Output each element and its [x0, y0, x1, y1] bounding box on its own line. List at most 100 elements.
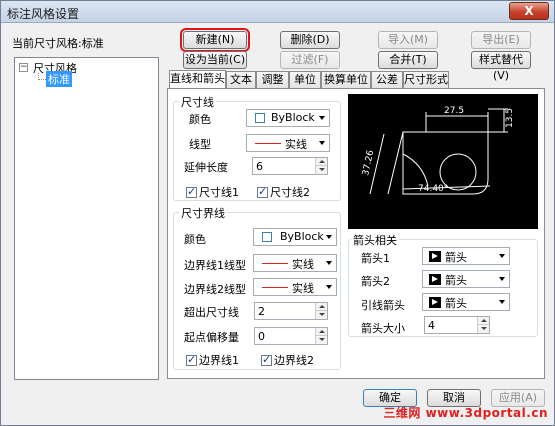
chevron-down-icon: [499, 277, 505, 281]
spin-up-icon[interactable]: [315, 328, 327, 336]
dim-color-value: ByBlock: [271, 111, 315, 124]
dim-linetype-label: 线型: [189, 138, 211, 151]
ext-color-label: 颜色: [184, 233, 206, 246]
arrow-size-value: 4: [428, 319, 435, 332]
spin-down-icon[interactable]: [315, 311, 327, 319]
arrow-size-label: 箭头大小: [361, 322, 405, 335]
current-style-label: 当前尺寸风格:标准: [12, 35, 104, 51]
dimension-preview: 27.5 13.5 37.26 74.40°: [348, 94, 538, 229]
tab-dim-form[interactable]: 尺寸形式: [403, 71, 449, 88]
checkbox-checked-icon: [257, 185, 268, 198]
dim-line1-label: 尺寸线1: [199, 186, 239, 199]
chevron-down-icon: [326, 285, 332, 289]
ext-line1-label: 边界线1: [199, 354, 239, 367]
color-swatch-icon: [255, 113, 265, 123]
current-style-value: 标准: [81, 37, 104, 50]
checkbox-checked-icon: [261, 353, 272, 366]
beyond-dim-label: 超出尺寸线: [184, 306, 239, 319]
dim-color-select[interactable]: ByBlock: [246, 109, 330, 127]
tree-node-standard[interactable]: 标准: [46, 71, 72, 87]
chevron-down-icon: [499, 300, 505, 304]
chevron-down-icon: [326, 261, 332, 265]
arrow1-select[interactable]: 箭头: [422, 247, 510, 265]
chevron-down-icon: [319, 141, 325, 145]
dim-color-label: 颜色: [189, 113, 211, 126]
ext-line1-type-select[interactable]: 实线: [253, 254, 337, 272]
close-button[interactable]: X: [509, 2, 549, 20]
export-button[interactable]: 导出(E): [471, 31, 531, 49]
spin-down-icon[interactable]: [315, 166, 327, 174]
ext-line2-label: 边界线2: [274, 354, 314, 367]
tab-alt-units[interactable]: 换算单位: [321, 71, 371, 88]
leader-arrow-select[interactable]: 箭头: [422, 293, 510, 311]
beyond-dim-spinner[interactable]: 2: [254, 302, 328, 320]
preview-dim-right: 13.5: [505, 108, 515, 128]
arrow1-value: 箭头: [445, 251, 467, 264]
spin-up-icon[interactable]: [477, 317, 489, 325]
current-style-caption: 当前尺寸风格:: [12, 37, 82, 50]
import-button[interactable]: 导入(M): [378, 31, 438, 49]
spin-down-icon[interactable]: [315, 336, 327, 344]
ext-line1-type-label: 边界线1线型: [184, 259, 246, 272]
dim-line2-label: 尺寸线2: [270, 186, 310, 199]
tab-units[interactable]: 单位: [289, 71, 321, 88]
ext-line2-type-value: 实线: [292, 282, 314, 295]
preview-drawing: 27.5 13.5 37.26 74.40°: [361, 106, 515, 195]
tab-tolerance[interactable]: 公差: [371, 71, 403, 88]
merge-button[interactable]: 合并(T): [378, 51, 438, 69]
ext-color-select[interactable]: ByBlock: [253, 228, 337, 246]
spin-up-icon[interactable]: [315, 158, 327, 166]
chevron-down-icon: [326, 235, 332, 239]
preview-dim-angle: 74.40°: [418, 184, 448, 194]
ext-line1-checkbox[interactable]: 边界线1: [186, 352, 239, 368]
spin-up-icon[interactable]: [315, 303, 327, 311]
new-button[interactable]: 新建(N): [180, 28, 250, 52]
origin-offset-label: 起点偏移量: [184, 331, 239, 344]
ext-line2-type-select[interactable]: 实线: [253, 278, 337, 296]
origin-offset-value: 0: [258, 330, 265, 343]
extend-length-label: 延伸长度: [184, 161, 228, 174]
set-current-button[interactable]: 设为当前(C): [183, 51, 247, 69]
ext-line1-type-value: 实线: [292, 258, 314, 271]
tab-adjust[interactable]: 调整: [256, 71, 289, 88]
preview-dim-left: 37.26: [361, 149, 376, 177]
beyond-dim-value: 2: [258, 305, 265, 318]
tree-connector: [38, 73, 46, 80]
red-line-icon: [262, 263, 288, 264]
arrow2-select[interactable]: 箭头: [422, 270, 510, 288]
ext-line2-checkbox[interactable]: 边界线2: [261, 352, 314, 368]
dim-line1-checkbox[interactable]: 尺寸线1: [186, 184, 239, 200]
style-replace-button[interactable]: 样式替代(V): [471, 51, 531, 82]
leader-arrow-value: 箭头: [445, 297, 467, 310]
chevron-down-icon: [499, 254, 505, 258]
dim-line2-checkbox[interactable]: 尺寸线2: [257, 184, 310, 200]
preview-dim-top: 27.5: [444, 106, 464, 116]
arrow-size-spinner[interactable]: 4: [424, 316, 490, 334]
dimension-style-dialog: 标注风格设置 X 当前尺寸风格:标准 新建(N) 设为当前(C) 删除(D) 过…: [0, 0, 555, 426]
filter-button[interactable]: 过滤(F): [280, 51, 340, 69]
tab-lines-arrows[interactable]: 直线和箭头: [169, 70, 226, 89]
chevron-down-icon: [319, 116, 325, 120]
red-line-icon: [255, 143, 281, 144]
leader-arrow-label: 引线箭头: [361, 299, 405, 312]
collapse-toggle-icon[interactable]: −: [19, 63, 28, 72]
ext-line2-type-label: 边界线2线型: [184, 283, 246, 296]
arrowhead-icon: [429, 274, 441, 285]
delete-button[interactable]: 删除(D): [280, 31, 340, 49]
tab-text[interactable]: 文本: [226, 71, 256, 88]
dim-linetype-select[interactable]: 实线: [246, 134, 330, 152]
dim-linetype-value: 实线: [285, 138, 307, 151]
origin-offset-spinner[interactable]: 0: [254, 327, 328, 345]
checkbox-checked-icon: [186, 185, 197, 198]
checkbox-checked-icon: [186, 353, 197, 366]
spin-down-icon[interactable]: [477, 325, 489, 333]
arrowhead-icon: [429, 251, 441, 262]
style-tree[interactable]: − 尺寸风格 标准: [14, 57, 159, 380]
arrow2-label: 箭头2: [361, 275, 390, 288]
color-swatch-icon: [262, 232, 272, 242]
extend-length-spinner[interactable]: 6: [252, 157, 328, 175]
arrow1-label: 箭头1: [361, 252, 390, 265]
ext-line-title: 尺寸界线: [179, 205, 227, 221]
extend-length-value: 6: [256, 160, 263, 173]
arrowhead-icon: [429, 297, 441, 308]
